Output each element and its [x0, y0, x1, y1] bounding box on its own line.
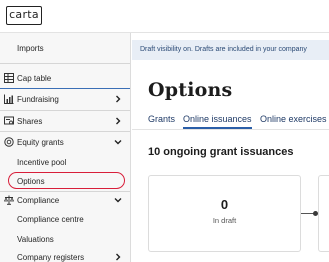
- status-card-count: 0: [220, 197, 229, 212]
- sidebar-item-fundraising[interactable]: Fundraising: [0, 89, 130, 109]
- sidebar-item-compliance-centre[interactable]: Compliance centre: [0, 209, 130, 229]
- status-card-label: In draft: [212, 216, 237, 225]
- sidebar-item-incentive-pool[interactable]: Incentive pool: [0, 152, 130, 172]
- options-highlight-ring: [8, 172, 125, 189]
- chart-icon: [4, 94, 14, 104]
- sidebar-item-cap-table[interactable]: Cap table: [0, 68, 130, 88]
- tab-online-issuances[interactable]: Online issuances: [183, 114, 252, 125]
- page-title: Options: [148, 79, 233, 101]
- status-card-next[interactable]: [318, 175, 329, 252]
- sidebar: Imports Cap table Fundraising Shares Equ…: [0, 33, 131, 262]
- sidebar-item-label: Valuations: [17, 235, 54, 244]
- chevron-right-icon: [114, 117, 122, 125]
- tab-online-exercises[interactable]: Online exercises: [260, 114, 327, 125]
- table-icon: [4, 73, 14, 83]
- sidebar-item-label: Cap table: [17, 74, 52, 83]
- sidebar-item-label: Compliance centre: [17, 215, 84, 224]
- sidebar-item-compliance[interactable]: Compliance: [0, 190, 130, 210]
- tab-grants[interactable]: Grants: [148, 114, 175, 125]
- status-card-in-draft[interactable]: [148, 175, 301, 252]
- carta-logo[interactable]: carta: [6, 6, 42, 25]
- banner-text: Draft visibility on. Drafts are included…: [140, 46, 307, 53]
- badge-icon: [4, 137, 14, 147]
- sidebar-item-imports[interactable]: Imports: [0, 38, 130, 58]
- sidebar-item-valuations[interactable]: Valuations: [0, 229, 130, 249]
- top-bar: carta: [0, 0, 329, 33]
- sidebar-item-equity-grants[interactable]: Equity grants: [0, 132, 130, 152]
- scales-icon: [3, 195, 15, 205]
- chevron-down-icon: [114, 138, 122, 146]
- chevron-right-icon: [114, 253, 122, 261]
- sidebar-item-label: Imports: [17, 44, 44, 53]
- sidebar-item-company-registers[interactable]: Company registers: [0, 247, 130, 262]
- sidebar-item-label: Fundraising: [17, 95, 59, 104]
- chevron-down-icon: [114, 196, 122, 204]
- chevron-right-icon: [114, 95, 122, 103]
- sidebar-item-label: Shares: [17, 117, 43, 126]
- sidebar-item-label: Equity grants: [17, 138, 64, 147]
- section-title: 10 ongoing grant issuances: [148, 146, 294, 158]
- sidebar-item-label: Compliance: [17, 196, 60, 205]
- tabs-divider: [132, 129, 329, 130]
- certificate-icon: [4, 116, 14, 126]
- sidebar-item-label: Incentive pool: [17, 158, 67, 167]
- sidebar-item-label: Company registers: [17, 253, 85, 262]
- sidebar-item-shares[interactable]: Shares: [0, 111, 130, 131]
- sidebar-divider: [0, 63, 130, 64]
- active-tab-indicator: [183, 127, 252, 129]
